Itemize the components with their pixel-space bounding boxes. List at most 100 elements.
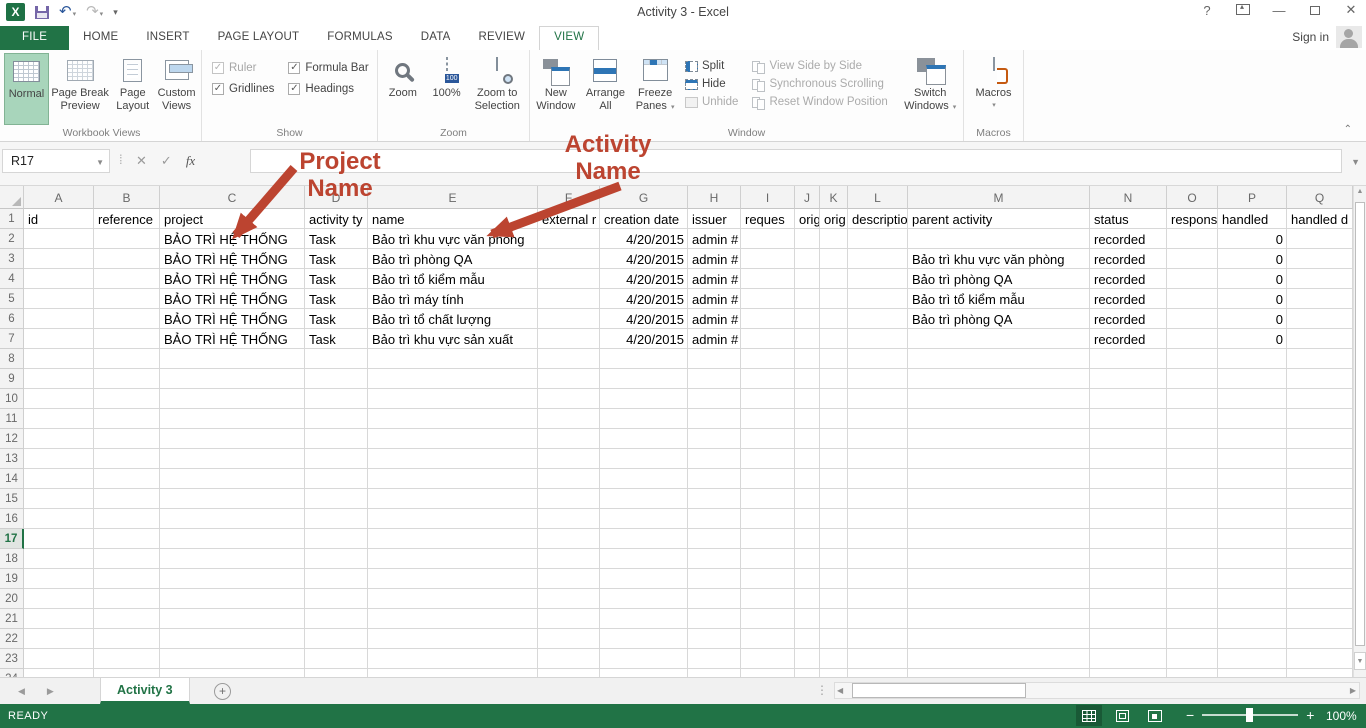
cell-P13[interactable]	[1218, 449, 1287, 469]
cell-C4[interactable]: BẢO TRÌ HỆ THỐNG	[160, 269, 305, 289]
cell-E24[interactable]	[368, 669, 538, 677]
cell-A8[interactable]	[24, 349, 94, 369]
cell-I14[interactable]	[741, 469, 795, 489]
cell-Q1[interactable]: handled d	[1287, 209, 1353, 229]
cell-B9[interactable]	[94, 369, 160, 389]
macros-button[interactable]: Macros ▾	[968, 53, 1020, 125]
cell-A14[interactable]	[24, 469, 94, 489]
cell-M23[interactable]	[908, 649, 1090, 669]
cell-H11[interactable]	[688, 409, 741, 429]
column-header-A[interactable]: A	[24, 186, 94, 209]
cell-B18[interactable]	[94, 549, 160, 569]
cell-Q13[interactable]	[1287, 449, 1353, 469]
sheet-nav-left-icon[interactable]: ◀	[18, 686, 25, 697]
cell-G23[interactable]	[600, 649, 688, 669]
cell-A19[interactable]	[24, 569, 94, 589]
cell-K22[interactable]	[820, 629, 848, 649]
cell-F6[interactable]	[538, 309, 600, 329]
cell-O15[interactable]	[1167, 489, 1218, 509]
cell-L7[interactable]	[848, 329, 908, 349]
cell-O8[interactable]	[1167, 349, 1218, 369]
cell-L11[interactable]	[848, 409, 908, 429]
cell-A20[interactable]	[24, 589, 94, 609]
cell-N6[interactable]: recorded	[1090, 309, 1167, 329]
cell-G4[interactable]: 4/20/2015	[600, 269, 688, 289]
cell-I23[interactable]	[741, 649, 795, 669]
cell-C13[interactable]	[160, 449, 305, 469]
cell-I19[interactable]	[741, 569, 795, 589]
cell-C22[interactable]	[160, 629, 305, 649]
cell-K19[interactable]	[820, 569, 848, 589]
cell-M5[interactable]: Bảo trì tổ kiểm mẫu	[908, 289, 1090, 309]
gridlines-checkbox[interactable]: ✓ Gridlines	[212, 83, 274, 95]
new-window-button[interactable]: New Window	[532, 53, 580, 114]
enter-entry-icon[interactable]: ✓	[161, 153, 172, 169]
cell-I11[interactable]	[741, 409, 795, 429]
row-header-5[interactable]: 5	[0, 289, 24, 309]
tab-data[interactable]: DATA	[407, 26, 465, 50]
row-header-16[interactable]: 16	[0, 509, 24, 529]
cell-D6[interactable]: Task	[305, 309, 368, 329]
cell-G20[interactable]	[600, 589, 688, 609]
cell-D10[interactable]	[305, 389, 368, 409]
formula-bar-checkbox[interactable]: ✓ Formula Bar	[288, 62, 368, 74]
cell-B20[interactable]	[94, 589, 160, 609]
zoom-100-button[interactable]: 100 100%	[426, 53, 468, 125]
row-header-17[interactable]: 17	[0, 529, 24, 549]
cell-G7[interactable]: 4/20/2015	[600, 329, 688, 349]
cell-D3[interactable]: Task	[305, 249, 368, 269]
cell-H14[interactable]	[688, 469, 741, 489]
cell-M14[interactable]	[908, 469, 1090, 489]
cell-F14[interactable]	[538, 469, 600, 489]
cell-F16[interactable]	[538, 509, 600, 529]
cell-J5[interactable]	[795, 289, 820, 309]
zoom-in-icon[interactable]: +	[1306, 708, 1314, 722]
cell-B22[interactable]	[94, 629, 160, 649]
cell-B16[interactable]	[94, 509, 160, 529]
cancel-entry-icon[interactable]: ✕	[136, 153, 147, 169]
column-header-E[interactable]: E	[368, 186, 538, 209]
cell-E11[interactable]	[368, 409, 538, 429]
cell-P8[interactable]	[1218, 349, 1287, 369]
cell-J11[interactable]	[795, 409, 820, 429]
row-header-8[interactable]: 8	[0, 349, 24, 369]
cell-M3[interactable]: Bảo trì khu vực văn phòng	[908, 249, 1090, 269]
cell-N2[interactable]: recorded	[1090, 229, 1167, 249]
cell-H13[interactable]	[688, 449, 741, 469]
cell-A23[interactable]	[24, 649, 94, 669]
cell-Q22[interactable]	[1287, 629, 1353, 649]
cell-D9[interactable]	[305, 369, 368, 389]
cell-B7[interactable]	[94, 329, 160, 349]
cell-K12[interactable]	[820, 429, 848, 449]
cell-F10[interactable]	[538, 389, 600, 409]
page-layout-view-button[interactable]: Page Layout	[111, 53, 154, 125]
synchronous-scrolling-button[interactable]: Synchronous Scrolling	[752, 78, 899, 90]
sheet-nav-right-icon[interactable]: ▶	[47, 686, 54, 697]
cell-O11[interactable]	[1167, 409, 1218, 429]
cell-Q18[interactable]	[1287, 549, 1353, 569]
cell-M8[interactable]	[908, 349, 1090, 369]
cell-P18[interactable]	[1218, 549, 1287, 569]
cell-L13[interactable]	[848, 449, 908, 469]
cell-B23[interactable]	[94, 649, 160, 669]
cell-N10[interactable]	[1090, 389, 1167, 409]
cell-F13[interactable]	[538, 449, 600, 469]
cell-H24[interactable]	[688, 669, 741, 677]
cell-H6[interactable]: admin #	[688, 309, 741, 329]
cell-D22[interactable]	[305, 629, 368, 649]
cell-C3[interactable]: BẢO TRÌ HỆ THỐNG	[160, 249, 305, 269]
cell-I2[interactable]	[741, 229, 795, 249]
cell-D5[interactable]: Task	[305, 289, 368, 309]
scroll-right-icon[interactable]: ▶	[1350, 686, 1356, 695]
cell-E12[interactable]	[368, 429, 538, 449]
cell-G1[interactable]: creation date	[600, 209, 688, 229]
cell-K4[interactable]	[820, 269, 848, 289]
cell-D14[interactable]	[305, 469, 368, 489]
row-header-15[interactable]: 15	[0, 489, 24, 509]
cell-O1[interactable]: responsib	[1167, 209, 1218, 229]
vertical-scrollbar-thumb[interactable]	[1355, 202, 1365, 646]
cell-F20[interactable]	[538, 589, 600, 609]
cell-J20[interactable]	[795, 589, 820, 609]
tab-insert[interactable]: INSERT	[132, 26, 203, 50]
cell-P6[interactable]: 0	[1218, 309, 1287, 329]
